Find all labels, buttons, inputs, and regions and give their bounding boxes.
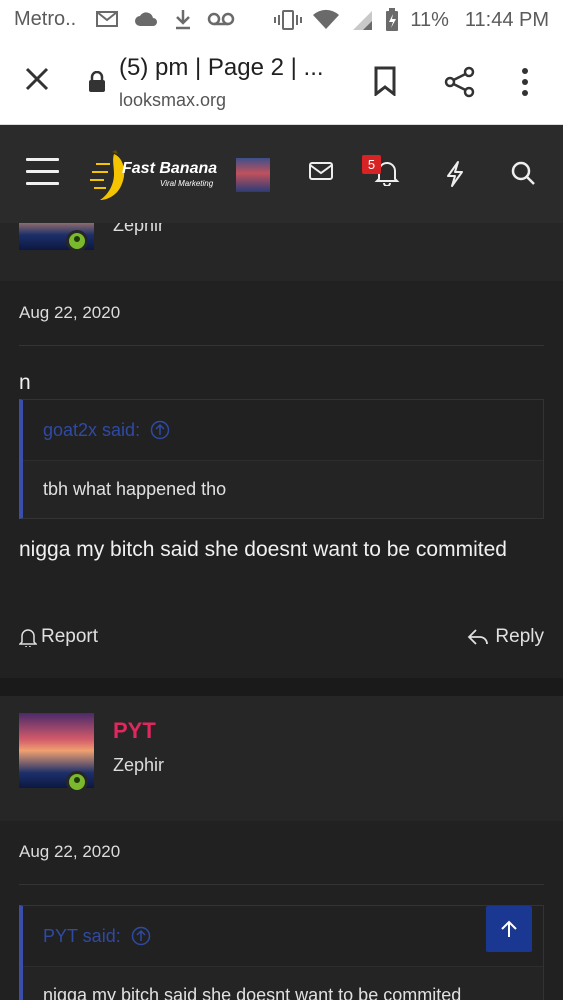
- notification-count-badge[interactable]: 5: [362, 155, 381, 174]
- page-url[interactable]: looksmax.org: [119, 90, 226, 111]
- close-icon[interactable]: [24, 66, 50, 97]
- post-date[interactable]: Aug 22, 2020: [19, 842, 120, 862]
- quote-block: PYT said: nigga my bitch said she doesnt…: [19, 905, 544, 1000]
- signal-icon: [353, 11, 373, 30]
- reply-icon: [468, 629, 489, 645]
- status-bar: Metro.. 11% 11:44 PM: [0, 0, 563, 40]
- arrow-up-circle-icon: [131, 926, 150, 946]
- quote-header[interactable]: PYT said:: [23, 906, 543, 966]
- arrow-up-icon: [501, 920, 517, 937]
- logo-brand: Fast Banana: [122, 160, 218, 177]
- notification-icons: [95, 8, 235, 30]
- thread-content: Zephir Aug 22, 2020 n goat2x said: tbh w…: [0, 223, 563, 1000]
- divider: [19, 345, 544, 346]
- lock-icon[interactable]: [88, 70, 106, 98]
- quote-author[interactable]: PYT said:: [43, 926, 121, 947]
- quote-author[interactable]: goat2x said:: [43, 420, 140, 441]
- share-icon[interactable]: [444, 66, 476, 103]
- bookmark-icon[interactable]: [373, 66, 397, 101]
- reply-label: Reply: [495, 626, 544, 647]
- divider: [19, 884, 544, 885]
- scroll-to-top-button[interactable]: [486, 906, 532, 952]
- user-title: Zephir: [113, 755, 165, 775]
- post-header: Zephir: [0, 223, 563, 281]
- wifi-icon: [313, 9, 340, 29]
- vibrate-icon: [274, 10, 303, 30]
- download-icon: [176, 10, 190, 30]
- cloud-icon: [135, 12, 157, 26]
- lightning-icon[interactable]: [444, 160, 466, 193]
- username[interactable]: PYT: [113, 718, 156, 744]
- page-title: (5) pm | Page 2 | ...: [119, 54, 324, 81]
- quote-text: nigga my bitch said she doesnt want to b…: [23, 966, 543, 1000]
- online-status-icon: [66, 230, 88, 252]
- report-label: Report: [41, 626, 99, 647]
- battery-percent: 11%: [410, 8, 449, 31]
- post-date[interactable]: Aug 22, 2020: [19, 303, 120, 323]
- search-icon[interactable]: [510, 160, 536, 191]
- quote-header[interactable]: goat2x said:: [23, 400, 543, 460]
- gmail-icon: [96, 11, 118, 27]
- system-indicators: 11% 11:44 PM: [274, 8, 549, 32]
- voicemail-icon: [207, 12, 235, 26]
- browser-toolbar: (5) pm | Page 2 | ... looksmax.org: [0, 40, 563, 125]
- bell-icon: [19, 629, 37, 647]
- post-header: PYT Zephir: [0, 696, 563, 821]
- quote-block: goat2x said: tbh what happened tho: [19, 399, 544, 519]
- post-message: nigga my bitch said she doesnt want to b…: [19, 538, 507, 561]
- hamburger-menu-icon[interactable]: [26, 158, 59, 186]
- post-separator: [0, 678, 563, 696]
- user-avatar[interactable]: [236, 158, 270, 192]
- report-button[interactable]: Report: [19, 626, 98, 648]
- site-navbar: Fast Banana Viral Marketing: [0, 125, 563, 223]
- online-status-icon: [66, 771, 88, 793]
- user-title: Zephir: [113, 223, 165, 235]
- logo-tagline: Viral Marketing: [160, 179, 214, 188]
- mail-icon[interactable]: [308, 160, 334, 187]
- post-message-line: n: [19, 371, 31, 394]
- quote-text: tbh what happened tho: [23, 460, 543, 518]
- clock: 11:44 PM: [464, 8, 549, 31]
- more-options-icon[interactable]: [520, 68, 530, 101]
- reply-button[interactable]: Reply: [467, 626, 544, 648]
- carrier-label: Metro..: [14, 8, 77, 30]
- site-logo[interactable]: Fast Banana Viral Marketing: [88, 150, 223, 202]
- arrow-up-circle-icon: [150, 420, 170, 440]
- battery-charging-icon: [386, 8, 399, 31]
